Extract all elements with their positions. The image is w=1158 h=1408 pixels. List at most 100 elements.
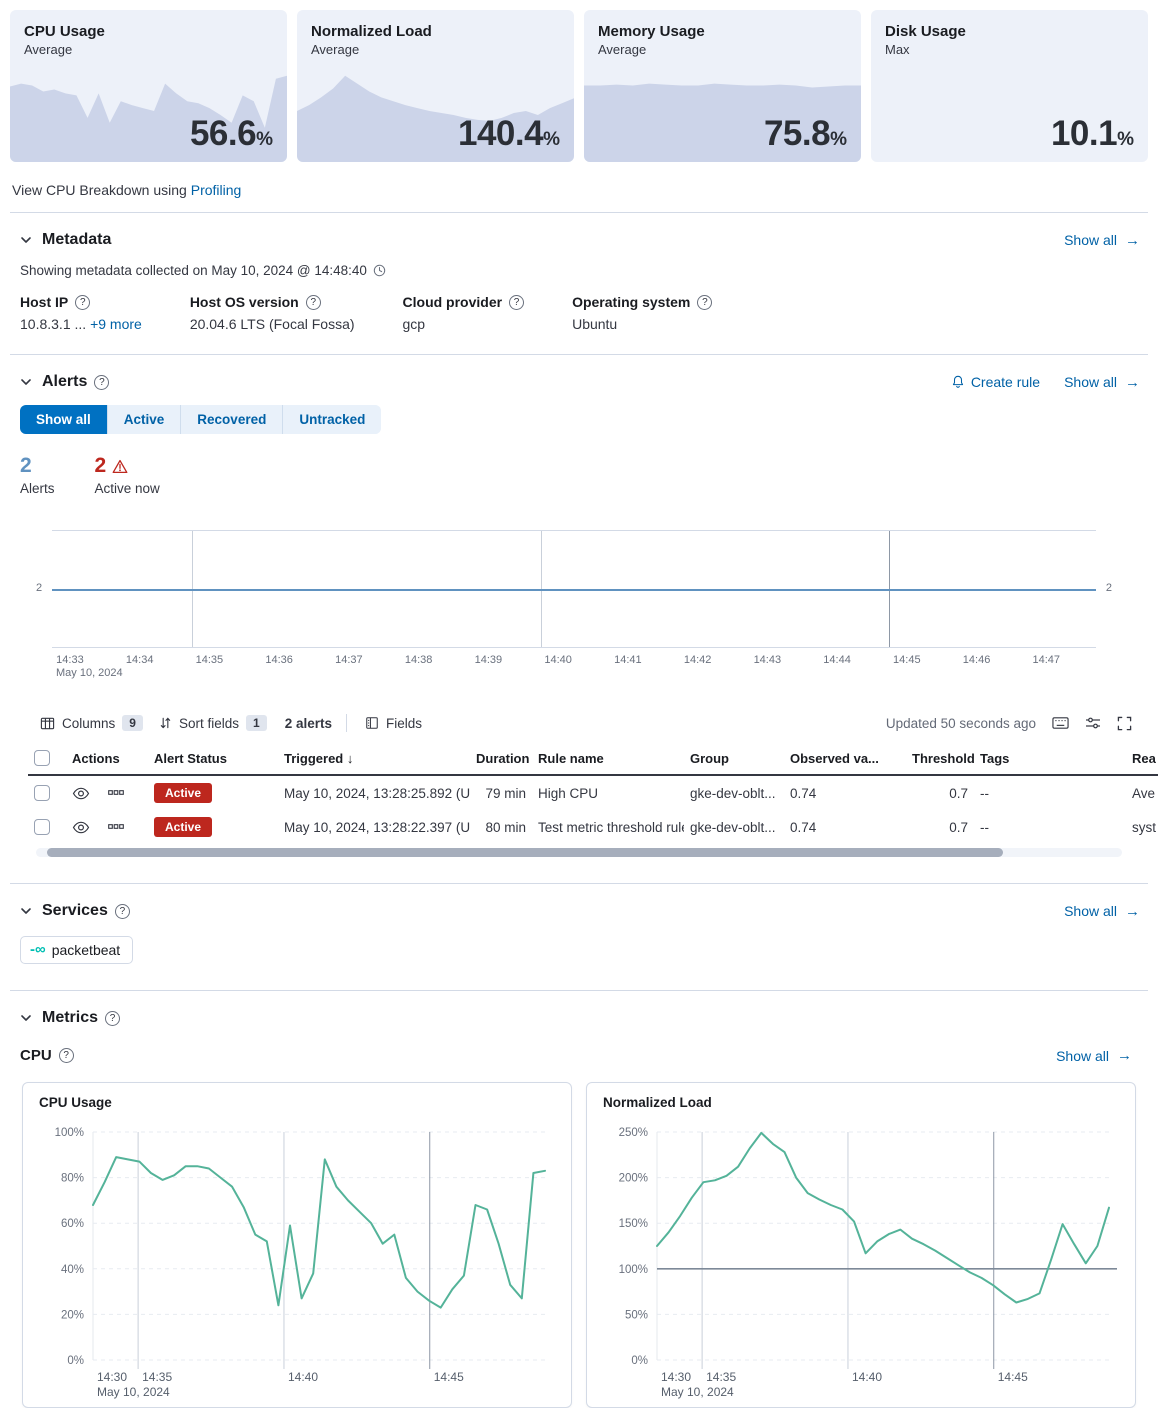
timeline-x-tick-label: 14:37 [335,654,363,666]
timeline-x-tick-label: 14:38 [405,654,433,666]
svg-text:14:30: 14:30 [97,1370,127,1384]
header-observed-value[interactable]: Observed va... [784,751,906,766]
tab-active[interactable]: Active [108,405,182,434]
kpi-value: 75.8% [764,114,847,154]
view-alert-eye-icon[interactable] [72,821,90,834]
kpi-card-disk-usage[interactable]: Disk Usage Max 10.1% [871,10,1148,162]
cpu-usage-line-chart[interactable]: 0%20%40%60%80%100%14:3014:3514:4014:45Ma… [33,1116,561,1404]
services-section: Services ? Show all→ -∞ packetbeat [10,902,1148,990]
svg-text:40%: 40% [61,1264,84,1276]
svg-text:150%: 150% [619,1218,648,1230]
alerts-timeline-chart[interactable]: 2 2 May 10, 2024 14:3314:3414:3514:3614:… [18,530,1140,684]
kpi-value: 140.4% [458,114,560,154]
header-duration[interactable]: Duration [470,751,532,766]
svg-text:250%: 250% [619,1127,648,1139]
timeline-x-tick-label: 14:41 [614,654,642,666]
group-cell: gke-dev-oblt... [684,820,784,835]
tab-untracked[interactable]: Untracked [283,405,381,434]
alert-status-filter-group: Show all Active Recovered Untracked [20,405,381,434]
svg-text:14:45: 14:45 [434,1370,464,1384]
keyboard-shortcuts-icon[interactable] [1052,716,1069,730]
sort-fields-button[interactable]: Sort fields 1 [155,712,271,734]
timeline-y-label-right: 2 [1106,582,1112,594]
row-checkbox[interactable] [34,819,50,835]
alerts-show-all-link[interactable]: Show all→ [1064,374,1140,391]
alerts-count-stat: 2 Alerts [20,454,55,496]
row-checkbox[interactable] [34,785,50,801]
help-icon[interactable]: ? [75,295,90,310]
alert-status-badge[interactable]: Active [154,817,212,837]
svg-text:50%: 50% [625,1309,648,1321]
horizontal-scrollbar-thumb[interactable] [47,848,1003,857]
header-tags[interactable]: Tags [974,751,1126,766]
sort-count-badge: 1 [246,715,267,731]
select-all-checkbox[interactable] [34,750,50,766]
cpu-usage-chart-card[interactable]: CPU Usage 0%20%40%60%80%100%14:3014:3514… [22,1082,572,1408]
normalized-load-chart-card[interactable]: Normalized Load 0%50%100%150%200%250%14:… [586,1082,1136,1408]
timeline-x-tick-label: 14:42 [684,654,712,666]
header-actions[interactable]: Actions [66,751,148,766]
alerts-section: Alerts ? Create rule Show all→ Show all … [10,373,1148,883]
header-alert-status[interactable]: Alert Status [148,751,278,766]
tab-recovered[interactable]: Recovered [181,405,283,434]
header-group[interactable]: Group [684,751,784,766]
svg-text:May 10, 2024: May 10, 2024 [661,1385,734,1399]
help-icon[interactable]: ? [306,295,321,310]
kpi-value: 10.1% [1051,114,1134,154]
alert-table-row[interactable]: Active May 10, 2024, 13:28:22.397 (U 80 … [28,810,1158,844]
observed-value-cell: 0.74 [784,820,906,835]
cpu-help-icon[interactable]: ? [59,1048,74,1063]
alerts-collapse-chevron-icon[interactable] [18,374,34,390]
view-alert-eye-icon[interactable] [72,787,90,800]
alert-stats: 2 Alerts 2 Active now [20,454,1140,496]
profiling-link[interactable]: Profiling [191,182,242,198]
columns-button[interactable]: Columns 9 [36,712,147,734]
kpi-subtitle: Average [10,42,287,57]
normalized-load-line-chart[interactable]: 0%50%100%150%200%250%14:3014:3514:4014:4… [597,1116,1125,1404]
kpi-card-normalized-load[interactable]: Normalized Load Average 140.4% [297,10,574,162]
tags-cell: -- [974,786,1126,801]
kpi-card-cpu-usage[interactable]: CPU Usage Average 56.6% [10,10,287,162]
alerts-grid-toolbar: Columns 9 Sort fields 1 2 alerts Fields … [36,712,1132,734]
svg-text:0%: 0% [631,1355,648,1367]
triggered-cell: May 10, 2024, 13:28:25.892 (U [278,786,470,801]
metrics-show-all-link[interactable]: Show all→ [1056,1047,1132,1064]
alerts-help-icon[interactable]: ? [94,375,109,390]
svg-text:14:40: 14:40 [288,1370,318,1384]
help-icon[interactable]: ? [509,295,524,310]
header-triggered[interactable]: Triggered ↓ [278,751,470,766]
timeline-plot-area[interactable] [52,530,1096,648]
timeline-x-tick-label: 14:36 [265,654,293,666]
more-actions-icon[interactable] [108,824,124,830]
services-help-icon[interactable]: ? [115,904,130,919]
alert-table-row[interactable]: Active May 10, 2024, 13:28:25.892 (U 79 … [28,776,1158,810]
cpu-subsection-title: CPU [20,1047,52,1064]
fullscreen-icon[interactable] [1117,716,1132,731]
header-threshold[interactable]: Threshold [906,751,974,766]
header-reason[interactable]: Rea [1126,751,1158,766]
arrow-right-icon: → [1125,903,1140,920]
help-icon[interactable]: ? [697,295,712,310]
columns-grid-icon [40,716,55,731]
threshold-cell: 0.7 [906,820,974,835]
metadata-collapse-chevron-icon[interactable] [18,232,34,248]
tab-show-all[interactable]: Show all [20,405,108,434]
horizontal-scrollbar-track[interactable] [36,848,1122,857]
more-ips-link[interactable]: +9 more [90,316,142,332]
services-show-all-link[interactable]: Show all→ [1064,903,1140,920]
service-chip-packetbeat[interactable]: -∞ packetbeat [20,936,133,964]
kpi-card-memory-usage[interactable]: Memory Usage Average 75.8% [584,10,861,162]
section-divider [10,990,1148,991]
alert-status-badge[interactable]: Active [154,783,212,803]
metrics-help-icon[interactable]: ? [105,1011,120,1026]
more-actions-icon[interactable] [108,790,124,796]
create-rule-button[interactable]: Create rule [951,374,1040,390]
display-options-icon[interactable] [1085,716,1101,730]
timeline-date-label: May 10, 2024 [56,667,123,679]
reason-cell: Ave [1126,786,1158,801]
services-collapse-chevron-icon[interactable] [18,903,34,919]
header-rule-name[interactable]: Rule name [532,751,684,766]
metadata-show-all-link[interactable]: Show all→ [1064,232,1140,249]
fields-button[interactable]: Fields [361,713,426,734]
metrics-collapse-chevron-icon[interactable] [18,1010,34,1026]
